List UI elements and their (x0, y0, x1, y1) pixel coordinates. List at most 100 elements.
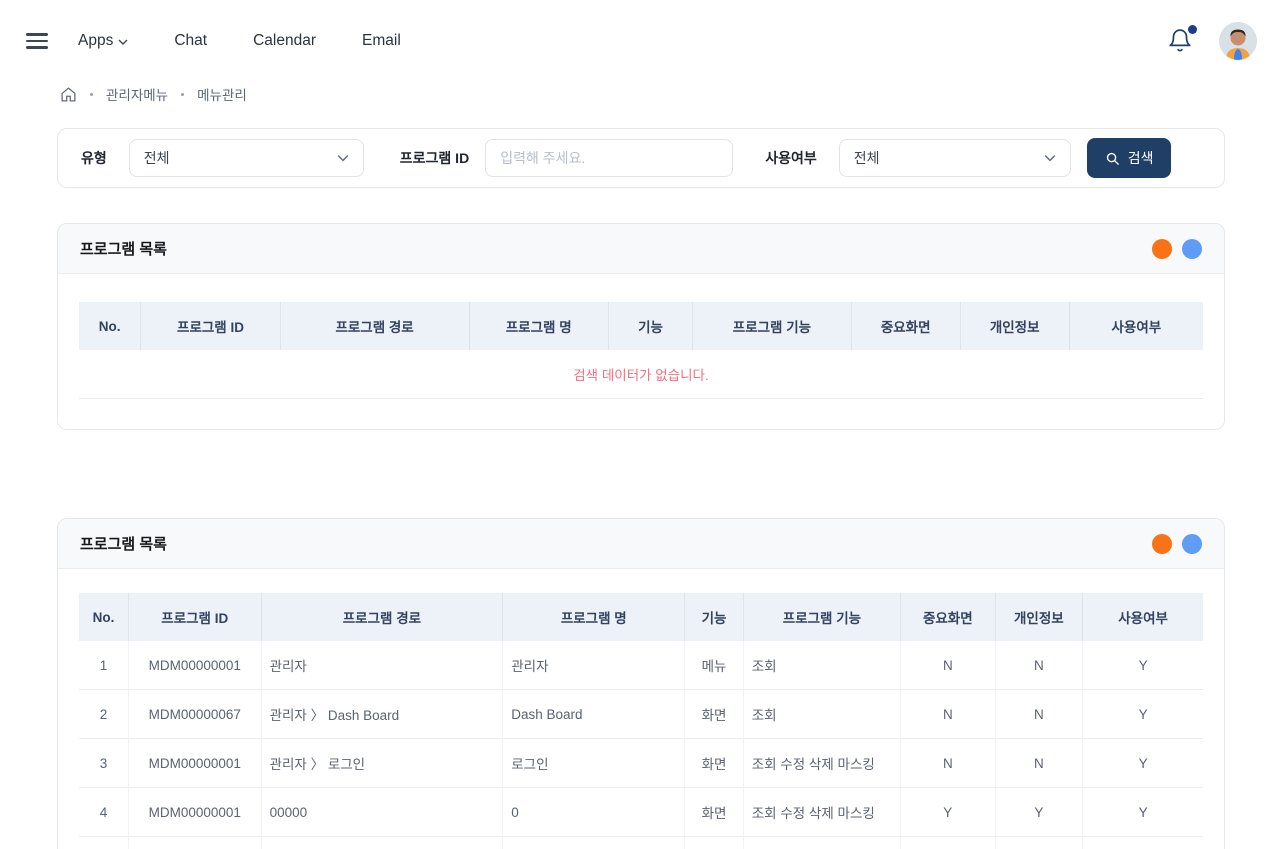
notification-badge (1188, 25, 1197, 34)
panel-title: 프로그램 목록 (80, 238, 167, 259)
breadcrumb-item-admin-menu[interactable]: 관리자메뉴 (106, 84, 168, 104)
use-label: 사용여부 (765, 148, 817, 168)
cell-program-function: 조회 (743, 641, 900, 690)
header-cell: 프로그램 경로 (261, 593, 503, 641)
header-cell: 프로그램 기능 (743, 593, 900, 641)
cell-program-path: 00000 (261, 788, 503, 837)
program-table: No. 프로그램 ID 프로그램 경로 프로그램 명 기능 프로그램 기능 중요… (79, 593, 1203, 849)
cell-personal-info: N (995, 739, 1083, 788)
nav-item-label: Apps (78, 32, 113, 50)
cell-program-name: 0 (503, 788, 685, 837)
empty-state-row: 검색 데이터가 없습니다. (79, 350, 1203, 399)
table-header-row: No. 프로그램 ID 프로그램 경로 프로그램 명 기능 프로그램 기능 중요… (79, 593, 1203, 641)
panel-body: No. 프로그램 ID 프로그램 경로 프로그램 명 기능 프로그램 기능 중요… (58, 274, 1224, 429)
use-select-value: 전체 (854, 148, 880, 168)
cell-program-path: 관리자 (261, 641, 503, 690)
cell-program-id: MDM00000001 (128, 837, 261, 849)
home-icon[interactable] (60, 86, 77, 103)
search-icon (1105, 151, 1120, 166)
cell-no: 1 (79, 641, 128, 690)
cell-function: 메뉴 (685, 641, 743, 690)
table-row[interactable]: 4 MDM00000001 00000 0 화면 조회 수정 삭제 마스킹 Y … (79, 788, 1203, 837)
nav-item-label: Chat (174, 32, 207, 50)
hamburger-menu-icon[interactable] (26, 33, 48, 49)
header-cell: 프로그램 기능 (693, 302, 851, 350)
nav-item-apps[interactable]: Apps (78, 32, 128, 50)
cell-personal-info: Y (995, 788, 1083, 837)
chevron-down-icon (118, 37, 128, 47)
cell-program-name: 관리자 (503, 641, 685, 690)
program-list-panel-empty: 프로그램 목록 No. 프로그램 ID 프로그램 경로 프로그램 명 기능 프로… (57, 223, 1225, 430)
top-nav: Apps Chat Calendar Email (78, 32, 401, 50)
header-cell: 프로그램 경로 (280, 302, 469, 350)
cell-program-path: 관리자 〉 시스템 관리 〉 프로그램 관리 (261, 837, 503, 849)
search-button[interactable]: 검색 (1087, 138, 1172, 178)
filter-bar: 유형 전체 프로그램 ID 사용여부 전체 검색 (57, 128, 1225, 188)
header-cell: 기능 (685, 593, 743, 641)
cell-function: 화면 (685, 837, 743, 849)
program-list-panel: 프로그램 목록 No. 프로그램 ID 프로그램 경로 프로그램 명 기능 프로… (57, 518, 1225, 849)
panel-title: 프로그램 목록 (80, 533, 167, 554)
orange-circle-button[interactable] (1152, 239, 1172, 259)
search-button-label: 검색 (1128, 148, 1154, 168)
cell-use-yn: Y (1083, 641, 1203, 690)
header-cell: 사용여부 (1069, 302, 1203, 350)
breadcrumb-separator (181, 93, 184, 96)
cell-program-name: 공통코드 관리 (503, 837, 685, 849)
chevron-down-icon (337, 152, 349, 164)
cell-no: 4 (79, 788, 128, 837)
breadcrumb-separator (90, 93, 93, 96)
header-cell: 프로그램 ID (128, 593, 261, 641)
blue-circle-button[interactable] (1182, 534, 1202, 554)
cell-function: 화면 (685, 739, 743, 788)
cell-no: 2 (79, 690, 128, 739)
cell-program-path: 관리자 〉 Dash Board (261, 690, 503, 739)
header-cell: No. (79, 593, 128, 641)
header-cell: 개인정보 (960, 302, 1069, 350)
avatar[interactable] (1219, 22, 1257, 60)
cell-program-name: 로그인 (503, 739, 685, 788)
cell-use-yn: Y (1083, 739, 1203, 788)
cell-program-id: MDM00000001 (128, 739, 261, 788)
table-row[interactable]: 1 MDM00000001 관리자 관리자 메뉴 조회 N N Y (79, 641, 1203, 690)
top-bar: Apps Chat Calendar Email (0, 0, 1283, 74)
cell-program-function: 조회 수정 삭제 마스킹 (743, 739, 900, 788)
table-row[interactable]: 2 MDM00000067 관리자 〉 Dash Board Dash Boar… (79, 690, 1203, 739)
breadcrumb: 관리자메뉴 메뉴관리 (60, 84, 1283, 104)
cell-personal-info: N (995, 837, 1083, 849)
program-id-label: 프로그램 ID (400, 148, 469, 168)
cell-important-screen: N (901, 739, 995, 788)
header-cell: 기능 (608, 302, 692, 350)
header-cell: No. (79, 302, 141, 350)
blue-circle-button[interactable] (1182, 239, 1202, 259)
cell-personal-info: N (995, 641, 1083, 690)
table-row[interactable]: 3 MDM00000001 관리자 〉 로그인 로그인 화면 조회 수정 삭제 … (79, 739, 1203, 788)
table-row[interactable]: 5 MDM00000001 관리자 〉 시스템 관리 〉 프로그램 관리 공통코… (79, 837, 1203, 849)
nav-item-calendar[interactable]: Calendar (253, 32, 316, 50)
type-select[interactable]: 전체 (129, 139, 364, 177)
breadcrumb-item-menu-management[interactable]: 메뉴관리 (197, 84, 247, 104)
notification-bell-icon[interactable] (1167, 28, 1193, 54)
type-select-value: 전체 (144, 148, 170, 168)
orange-circle-button[interactable] (1152, 534, 1172, 554)
nav-item-email[interactable]: Email (362, 32, 401, 50)
panel-header: 프로그램 목록 (58, 519, 1224, 569)
cell-no: 5 (79, 837, 128, 849)
header-cell: 프로그램 ID (141, 302, 280, 350)
header-cell: 중요화면 (901, 593, 995, 641)
cell-function: 화면 (685, 690, 743, 739)
cell-use-yn: Y (1083, 837, 1203, 849)
nav-item-label: Calendar (253, 32, 316, 50)
cell-program-function: 조회 수정 삭제 마스킹 (743, 788, 900, 837)
use-select[interactable]: 전체 (839, 139, 1071, 177)
cell-program-path: 관리자 〉 로그인 (261, 739, 503, 788)
header-cell: 프로그램 명 (503, 593, 685, 641)
cell-program-function: 조회 등록 수정 (743, 837, 900, 849)
cell-no: 3 (79, 739, 128, 788)
nav-item-chat[interactable]: Chat (174, 32, 207, 50)
cell-important-screen: N (901, 690, 995, 739)
header-cell: 프로그램 명 (469, 302, 608, 350)
program-id-input[interactable] (485, 139, 733, 177)
cell-use-yn: Y (1083, 690, 1203, 739)
cell-program-name: Dash Board (503, 690, 685, 739)
